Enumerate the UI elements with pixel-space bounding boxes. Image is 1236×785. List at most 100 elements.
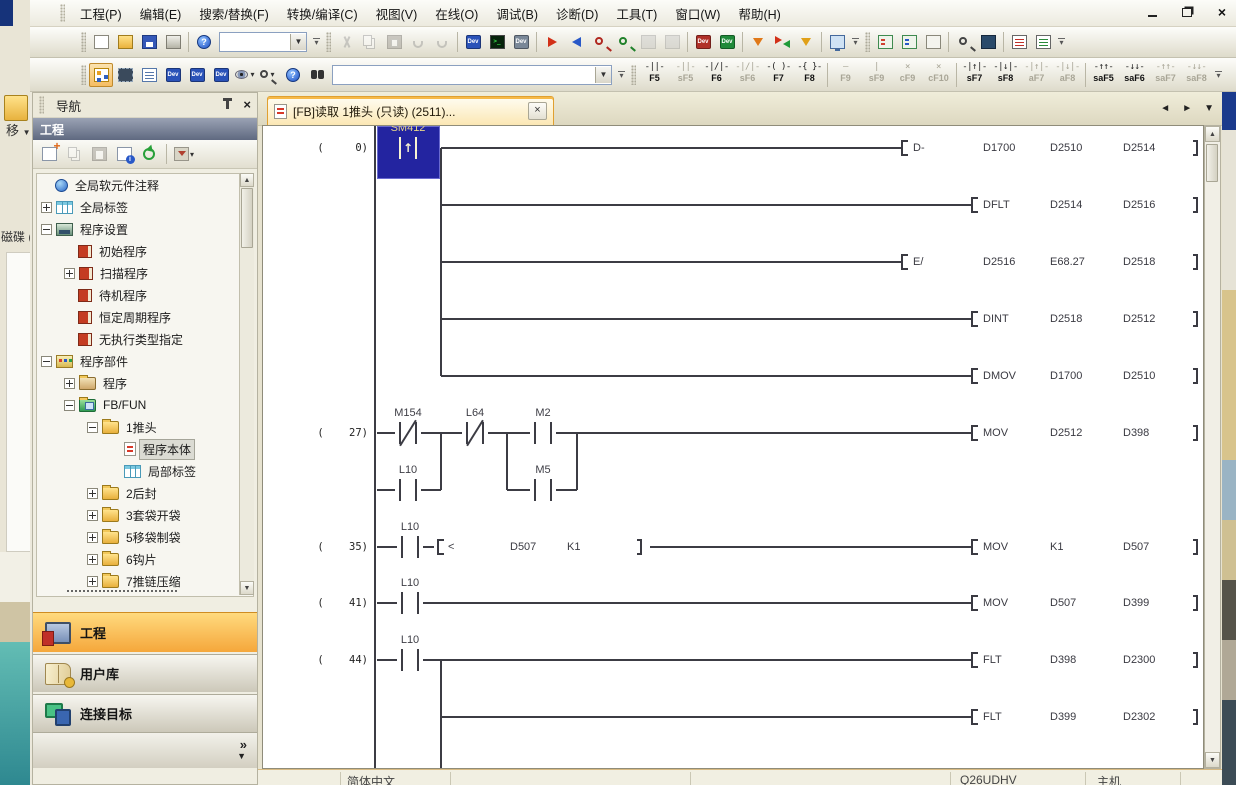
ladder-key-saF5[interactable]: -↑↑-saF5 — [1088, 60, 1119, 90]
menu-item[interactable]: 工具(T) — [607, 1, 666, 26]
expand-icon[interactable] — [64, 268, 75, 279]
expand-icon[interactable] — [41, 202, 52, 213]
collapse-icon[interactable] — [87, 422, 98, 433]
tree-item[interactable]: 程序设置 — [37, 218, 253, 240]
tree-item[interactable]: 5移袋制袋 — [37, 526, 253, 548]
instruction-operand[interactable]: D507 — [1050, 597, 1076, 610]
window-select-combo[interactable]: ▼ — [219, 32, 307, 52]
nav-button-connection[interactable]: 连接目标 — [33, 694, 257, 732]
tree-item[interactable]: 2后封 — [37, 482, 253, 504]
ladder-key-saF6[interactable]: -↓↓-saF6 — [1119, 60, 1150, 90]
contact-l10[interactable] — [397, 592, 423, 614]
ladder-key-sF5[interactable]: -||-sF5 — [670, 60, 701, 90]
verify-with-plc-button[interactable] — [636, 30, 660, 54]
tab-close-button[interactable]: × — [528, 102, 547, 120]
instruction-dflt[interactable]: DFLT — [983, 199, 1010, 212]
compare-operator[interactable]: < — [448, 541, 454, 554]
nav-button-user-library[interactable]: 用户库 — [33, 654, 257, 692]
ladder-key-F6[interactable]: -|/|-F6 — [701, 60, 732, 90]
tab-prev-icon[interactable]: ◄ — [1160, 103, 1170, 114]
ladder-key-F8[interactable]: -{ }-F8 — [794, 60, 825, 90]
monitor-start-button[interactable] — [588, 30, 612, 54]
collapse-icon[interactable] — [64, 400, 75, 411]
tree-item[interactable]: 7推链压缩 — [37, 570, 253, 592]
ladder-key-F7[interactable]: -( )-F7 — [763, 60, 794, 90]
ladder-key-saF8[interactable]: -↓↓-saF8 — [1181, 60, 1212, 90]
tree-item[interactable]: 无执行类型指定 — [37, 328, 253, 350]
ladder-key-cF9[interactable]: ×cF9 — [892, 60, 923, 90]
online-change-button[interactable] — [770, 30, 794, 54]
expand-icon[interactable] — [64, 378, 75, 389]
navigation-more-panel[interactable]: » ▼ — [33, 732, 257, 768]
instruction-operand[interactable]: D399 — [1050, 711, 1076, 724]
ladder-editor-canvas[interactable]: ( 0)( 27)( 35)( 41)( 44)↑SM412M154L64M2L… — [262, 125, 1204, 769]
nav-filter-button[interactable] — [173, 143, 195, 165]
expand-icon[interactable] — [87, 510, 98, 521]
instruction-operand[interactable]: D398 — [1050, 654, 1076, 667]
instruction-operand[interactable]: D2514 — [1050, 199, 1082, 212]
instruction-operand[interactable]: D2300 — [1123, 654, 1155, 667]
chevron-down-icon[interactable]: ▼ — [237, 751, 246, 761]
module-config-button[interactable] — [113, 63, 137, 87]
tree-item[interactable]: 程序本体 — [37, 438, 253, 460]
watch-start-button[interactable] — [1007, 30, 1031, 54]
minimize-button[interactable] — [1142, 3, 1162, 21]
toolbar-overflow-icon[interactable] — [849, 31, 862, 53]
save-project-button[interactable] — [137, 30, 161, 54]
toolbar-grip[interactable] — [81, 65, 86, 85]
pin-icon[interactable] — [226, 101, 229, 109]
ladder-key-cF10[interactable]: ×cF10 — [923, 60, 954, 90]
instruction-operand[interactable]: D507 — [1123, 541, 1149, 554]
paste-button[interactable] — [382, 30, 406, 54]
menu-item[interactable]: 视图(V) — [367, 1, 427, 26]
cross-reference-button[interactable] — [305, 63, 329, 87]
contact-l10[interactable] — [397, 649, 423, 671]
tree-item[interactable]: 恒定周期程序 — [37, 306, 253, 328]
tree-item[interactable]: 局部标签 — [37, 460, 253, 482]
monitor-stop-button[interactable] — [612, 30, 636, 54]
ladder-key-sF6[interactable]: -|/|-sF6 — [732, 60, 763, 90]
instruction-d[interactable]: D- — [913, 142, 925, 155]
toolbar-grip[interactable] — [865, 32, 870, 52]
instruction-operand[interactable]: D398 — [1123, 427, 1149, 440]
device-batch-edit-button[interactable]: Dev — [209, 63, 233, 87]
task-list-button[interactable] — [137, 63, 161, 87]
instruction-operand[interactable]: D2514 — [1123, 142, 1155, 155]
chevron-down-icon[interactable]: ▼ — [595, 67, 611, 83]
ladder-key-sF9[interactable]: |sF9 — [861, 60, 892, 90]
scroll-down-icon[interactable]: ▼ — [1205, 752, 1220, 768]
expand-icon[interactable] — [87, 554, 98, 565]
menu-item[interactable]: 帮助(H) — [729, 1, 789, 26]
scrollbar-thumb[interactable] — [1206, 144, 1218, 182]
ladder-key-sF8[interactable]: -|↓|-sF8 — [990, 60, 1021, 90]
instruction-operand[interactable]: D2512 — [1050, 427, 1082, 440]
instruction-operand[interactable]: K1 — [1050, 541, 1063, 554]
instruction-dint[interactable]: DINT — [983, 313, 1009, 326]
help-button[interactable]: ? — [192, 30, 216, 54]
tree-item[interactable]: FB/FUN — [37, 394, 253, 416]
device-comment-button[interactable]: Dev — [461, 30, 485, 54]
project-view-button[interactable] — [89, 63, 113, 87]
toolbar-overflow-icon[interactable] — [1055, 31, 1068, 53]
instruction-flt[interactable]: FLT — [983, 711, 1002, 724]
expand-icon[interactable] — [87, 488, 98, 499]
tab-list-icon[interactable]: ▼ — [1204, 103, 1214, 114]
copy-button[interactable] — [358, 30, 382, 54]
instruction-operand[interactable]: E68.27 — [1050, 256, 1085, 269]
contact-m2[interactable] — [530, 422, 556, 444]
nav-button-project[interactable]: 工程 — [33, 612, 257, 652]
contact-l10[interactable] — [397, 536, 423, 558]
collapse-icon[interactable] — [41, 224, 52, 235]
tab-next-icon[interactable]: ► — [1182, 103, 1192, 114]
device-memory-button[interactable]: Dev — [691, 30, 715, 54]
instruction-operand[interactable]: D399 — [1123, 597, 1149, 610]
toolbar-grip[interactable] — [326, 32, 331, 52]
tab-fb-program[interactable]: [FB]读取 1推头 (只读) (2511)... × — [267, 96, 554, 125]
menu-item[interactable]: 编辑(E) — [131, 1, 191, 26]
nav-copy-button[interactable] — [63, 143, 85, 165]
instruction-operand[interactable]: D1700 — [983, 142, 1015, 155]
open-project-button[interactable] — [113, 30, 137, 54]
instruction-operand[interactable]: D2302 — [1123, 711, 1155, 724]
instruction-operand[interactable]: D2512 — [1123, 313, 1155, 326]
chevron-right-icon[interactable]: » — [240, 737, 247, 752]
